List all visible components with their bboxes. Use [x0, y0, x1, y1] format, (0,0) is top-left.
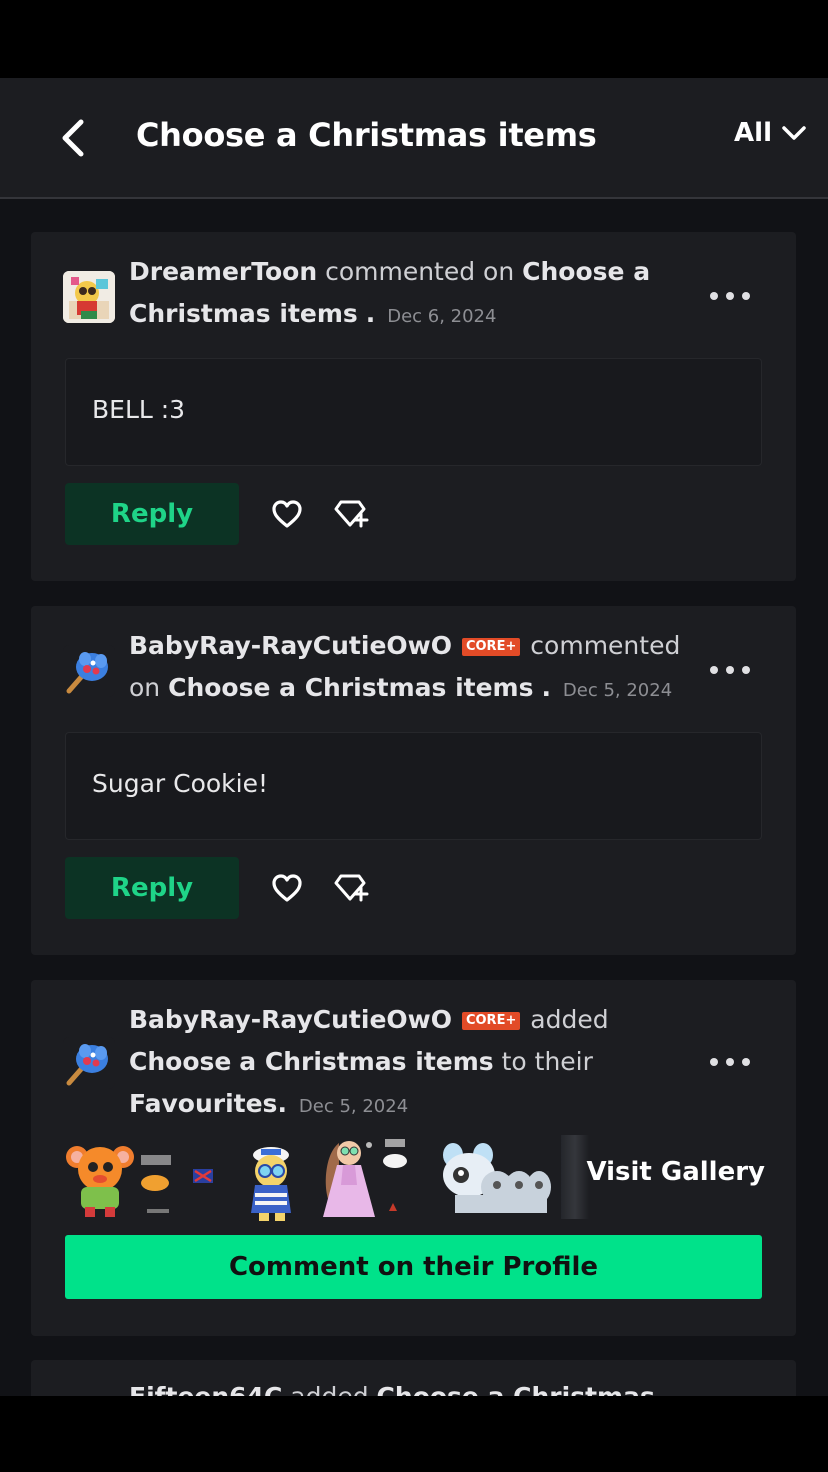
back-arrow-icon — [62, 119, 84, 157]
comment-box: BELL :3 — [65, 358, 762, 466]
comment-text: Sugar Cookie! — [92, 769, 269, 798]
object-link[interactable]: a Christmas items — [239, 1047, 493, 1076]
bottom-letterbox — [0, 1396, 828, 1472]
core-plus-badge: CORE+ — [461, 1012, 521, 1030]
reply-button[interactable]: Reply — [65, 857, 239, 919]
more-options-button[interactable] — [710, 660, 750, 680]
comment-box: Sugar Cookie! — [65, 732, 762, 840]
feed-card: BabyRay-RayCutieOwO CORE+ commented on C… — [31, 606, 796, 955]
separator: . — [365, 299, 376, 328]
username-link[interactable]: DreamerToon — [129, 257, 317, 286]
chevron-down-icon — [782, 126, 806, 140]
feed-card: DreamerToon commented on Choose a Christ… — [31, 232, 796, 581]
page-title: Choose a Christmas items — [136, 116, 597, 154]
award-icon — [334, 500, 369, 528]
more-options-button[interactable] — [710, 1052, 750, 1072]
object-link[interactable]: Choose — [129, 1047, 231, 1076]
separator: . — [541, 673, 551, 702]
comment-text: BELL :3 — [92, 395, 186, 424]
username-link[interactable]: Fifteen64C — [129, 1382, 282, 1396]
object-link[interactable]: Choose a Christmas — [377, 1382, 655, 1396]
top-letterbox — [0, 0, 828, 78]
separator: . — [277, 1089, 287, 1118]
activity-text: DreamerToon commented on Choose a Christ… — [129, 251, 686, 338]
activity-text: BabyRay-RayCutieOwO CORE+ added Choose a… — [129, 999, 696, 1128]
heart-icon — [272, 874, 302, 902]
heart-icon — [272, 500, 302, 528]
post-date: Dec 5, 2024 — [562, 680, 673, 701]
app-header: Choose a Christmas items All — [0, 78, 828, 199]
gallery-thumbnail[interactable] — [65, 1135, 175, 1223]
filter-label: All — [734, 118, 772, 148]
favourites-link[interactable]: Favourites — [129, 1089, 277, 1118]
post-date: Dec 6, 2024 — [387, 306, 497, 327]
activity-text: BabyRay-RayCutieOwO CORE+ commented on C… — [129, 625, 686, 712]
like-button[interactable] — [269, 870, 305, 906]
back-button[interactable] — [48, 114, 96, 162]
like-button[interactable] — [269, 496, 305, 532]
core-plus-badge: CORE+ — [461, 638, 521, 656]
gallery-strip[interactable]: Visit Gallery — [65, 1135, 765, 1223]
action-text: to their — [501, 1047, 593, 1076]
username-link[interactable]: BabyRay-RayCutieOwO — [129, 631, 452, 660]
award-button[interactable] — [333, 870, 369, 906]
reply-button[interactable]: Reply — [65, 483, 239, 545]
gallery-thumbnail[interactable] — [235, 1135, 307, 1223]
object-link[interactable]: Choose a Christmas items — [168, 673, 533, 702]
post-date: Dec 5, 2024 — [298, 1096, 409, 1117]
award-button[interactable] — [333, 496, 369, 532]
filter-dropdown[interactable]: All — [734, 118, 806, 148]
gallery-thumbnail[interactable] — [313, 1135, 413, 1223]
award-icon — [334, 874, 369, 902]
comment-on-profile-button[interactable]: Comment on their Profile — [65, 1235, 762, 1299]
action-text: added — [530, 1005, 609, 1034]
feed-card: Fifteen64C added Choose a Christmas — [31, 1360, 796, 1396]
more-dots-icon — [710, 292, 718, 300]
activity-text: Fifteen64C added Choose a Christmas — [129, 1382, 655, 1396]
more-dots-icon — [710, 666, 718, 674]
avatar[interactable] — [63, 645, 115, 697]
avatar[interactable] — [63, 1037, 115, 1089]
action-text: commented — [530, 631, 681, 660]
username-link[interactable]: BabyRay-RayCutieOwO — [129, 1005, 452, 1034]
activity-feed: DreamerToon commented on Choose a Christ… — [0, 199, 828, 1396]
avatar[interactable] — [63, 271, 115, 323]
visit-gallery-link[interactable]: Visit Gallery — [586, 1157, 765, 1187]
action-text: commented on — [325, 257, 515, 286]
more-options-button[interactable] — [710, 286, 750, 306]
gallery-divider — [561, 1135, 589, 1219]
action-text: added — [290, 1382, 368, 1396]
feed-card: BabyRay-RayCutieOwO CORE+ added Choose a… — [31, 980, 796, 1336]
more-dots-icon — [710, 1058, 718, 1066]
action-text: on — [129, 673, 161, 702]
gallery-thumbnail[interactable] — [435, 1135, 555, 1223]
